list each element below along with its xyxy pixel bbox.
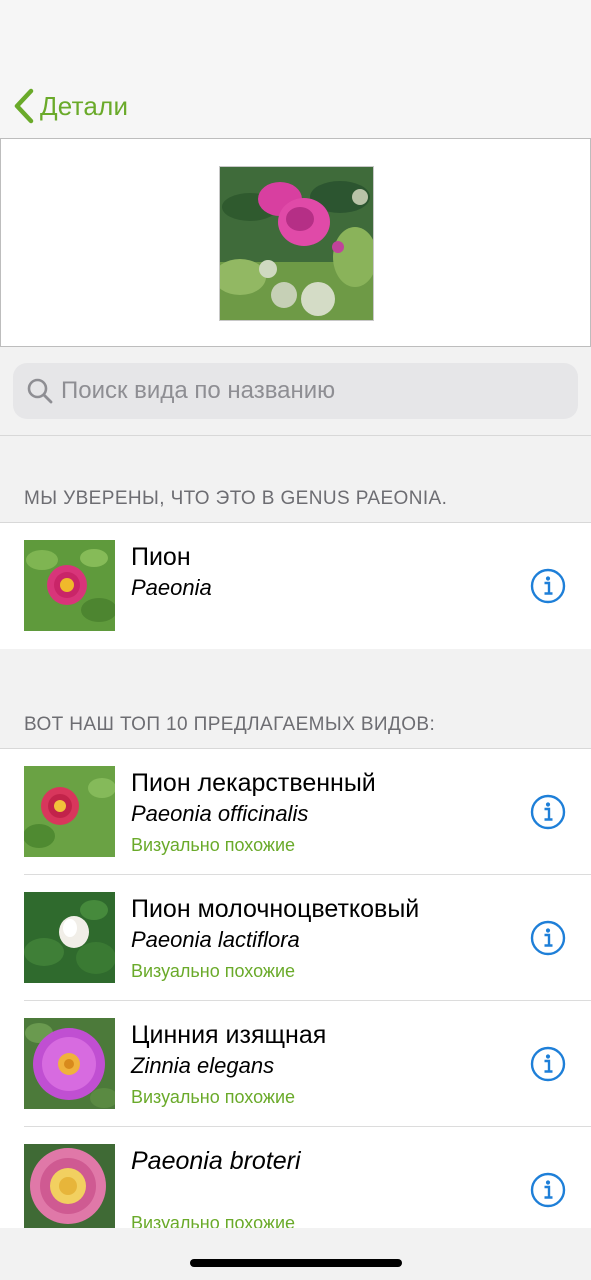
list-item[interactable]: Цинния изящная Zinnia elegans Визуально … <box>0 1001 591 1127</box>
info-circle-icon[interactable] <box>530 1046 566 1082</box>
list-item[interactable]: Пион Paeonia <box>0 523 591 649</box>
back-button-label: Детали <box>40 90 129 121</box>
search-placeholder: Поиск вида по названию <box>61 377 336 404</box>
list-item[interactable]: Пион молочноцветковый Paeonia lactiflora… <box>0 875 591 1001</box>
search-input[interactable]: Поиск вида по названию <box>13 363 578 419</box>
similarity-tag: Визуально похожие <box>131 961 296 981</box>
species-latin-name: Paeonia <box>131 575 212 600</box>
similarity-tag: Визуально похожие <box>131 835 296 855</box>
species-latin-name: Zinnia elegans <box>131 1053 275 1078</box>
species-common-name: Пион молочноцветковый <box>131 895 420 923</box>
info-circle-icon[interactable] <box>530 1172 566 1208</box>
home-indicator[interactable] <box>190 1259 402 1267</box>
genus-list: Пион Paeonia <box>0 522 591 649</box>
species-thumbnail <box>24 1018 115 1109</box>
species-common-name: Пион <box>131 543 191 571</box>
info-circle-icon[interactable] <box>530 568 566 604</box>
species-latin-name: Paeonia officinalis <box>131 801 309 826</box>
species-thumbnail <box>24 892 115 983</box>
list-item[interactable]: Пион лекарственный Paeonia officinalis В… <box>0 749 591 875</box>
species-common-name: Цинния изящная <box>131 1021 327 1049</box>
genus-section-header: МЫ УВЕРЕНЫ, ЧТО ЭТО В GENUS PAEONIA. <box>24 488 448 509</box>
top-species-section-header: ВОТ НАШ ТОП 10 ПРЕДЛАГАЕМЫХ ВИДОВ: <box>24 714 436 735</box>
species-thumbnail <box>24 1144 115 1235</box>
back-button[interactable]: Детали <box>12 86 128 126</box>
magnifier-icon <box>25 376 55 406</box>
top-species-list: Пион лекарственный Paeonia officinalis В… <box>0 748 591 1253</box>
similarity-tag: Визуально похожие <box>131 1087 296 1107</box>
plant-identification-screen: Детали Поиск вида по названию МЫ УВЕРЕНЫ… <box>0 0 591 1280</box>
chevron-left-icon <box>12 88 36 124</box>
species-latin-name: Paeonia lactiflora <box>131 927 300 952</box>
divider <box>0 435 591 436</box>
species-thumbnail <box>24 766 115 857</box>
bottom-safe-area <box>0 1228 591 1280</box>
info-circle-icon[interactable] <box>530 794 566 830</box>
species-latin-name: Paeonia broteri <box>131 1147 301 1175</box>
uploaded-photo[interactable] <box>219 166 374 321</box>
info-circle-icon[interactable] <box>530 920 566 956</box>
species-common-name: Пион лекарственный <box>131 769 376 797</box>
species-thumbnail <box>24 540 115 631</box>
navigation-bar: Детали <box>0 0 591 138</box>
photo-preview-area <box>0 138 591 347</box>
